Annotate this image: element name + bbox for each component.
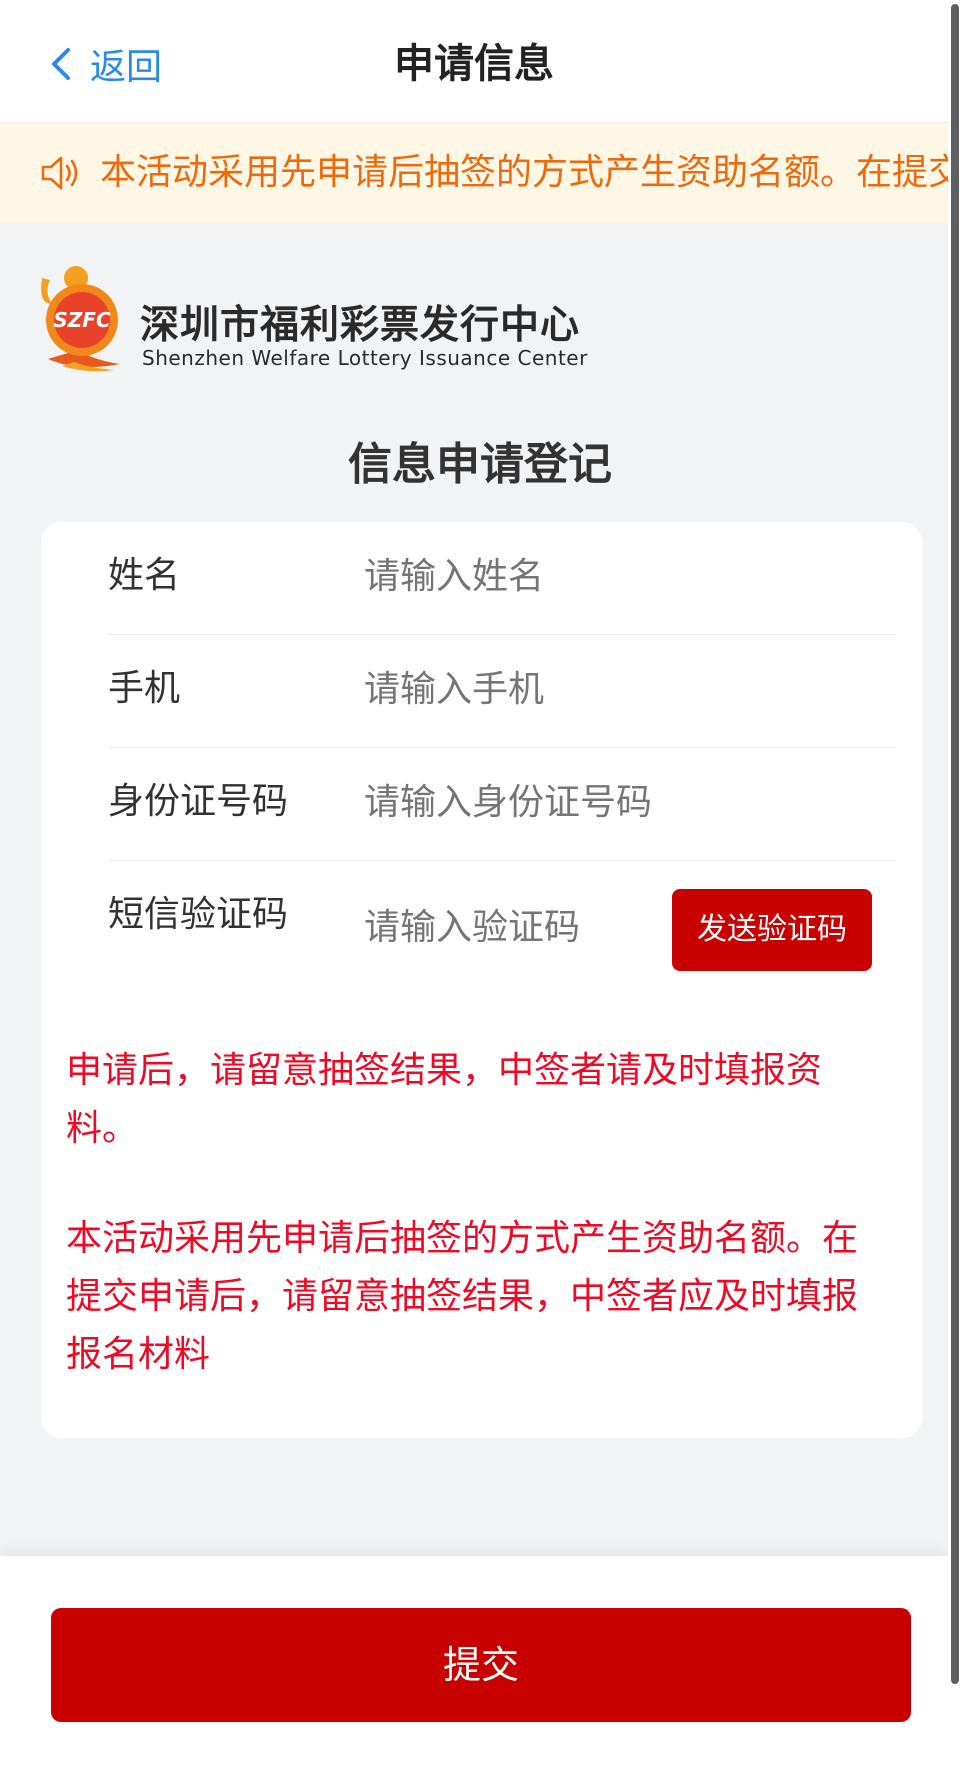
scrollbar[interactable] [948,0,960,1771]
id-number-input[interactable] [362,776,886,830]
notice-bar: 本活动采用先申请后抽签的方式产生资助名额。在提交申请后，请留意抽签结果，中签者应… [0,123,948,223]
name-label: 姓名 [108,555,181,596]
id-number-label: 身份证号码 [108,781,289,822]
nav-bar: 返回 申请信息 [0,0,948,123]
page-title: 申请信息 [394,41,554,87]
tip-text-1: 申请后，请留意抽签结果，中签者请及时填报资料。 [66,1050,823,1149]
form-card: 姓名 手机 身份证号码 短信验证码 发送验证码 申请后，请留意抽签结果，中签者请… [41,522,922,1438]
scrollbar-thumb[interactable] [951,4,959,1684]
send-code-button[interactable]: 发送验证码 [672,889,872,971]
organization-logo: SZFC 深圳市福利彩票发行中心 Shenzhen Welfare Lotter… [38,264,587,376]
phone-row: 手机 [108,635,896,748]
phone-input[interactable] [362,663,886,717]
name-row: 姓名 [108,522,896,635]
logo-name-cn: 深圳市福利彩票发行中心 [140,303,581,348]
sms-code-row: 短信验证码 发送验证码 [108,861,896,985]
notice-text: 本活动采用先申请后抽签的方式产生资助名额。在提交申请后，请留意抽签结果，中签者应… [100,152,948,193]
tip-text-2: 本活动采用先申请后抽签的方式产生资助名额。在提交申请后，请留意抽签结果，中签者应… [66,1218,859,1375]
submit-button[interactable]: 提交 [51,1608,911,1722]
svg-text:SZFC: SZFC [53,308,111,332]
logo-name-en: Shenzhen Welfare Lottery Issuance Center [142,346,588,370]
phone-label: 手机 [108,668,181,709]
id-number-row: 身份证号码 [108,748,896,861]
page: 返回 申请信息 本活动采用先申请后抽签的方式产生资助名额。在提交申请后，请留意抽… [0,0,948,1771]
form-title: 信息申请登记 [348,439,612,490]
name-input[interactable] [362,550,886,604]
speaker-icon [41,156,78,190]
bottom-bar: 提交 [0,1556,948,1771]
sms-code-input[interactable] [362,901,636,955]
logo-emblem: SZFC [41,266,120,372]
sms-code-label: 短信验证码 [108,894,289,935]
